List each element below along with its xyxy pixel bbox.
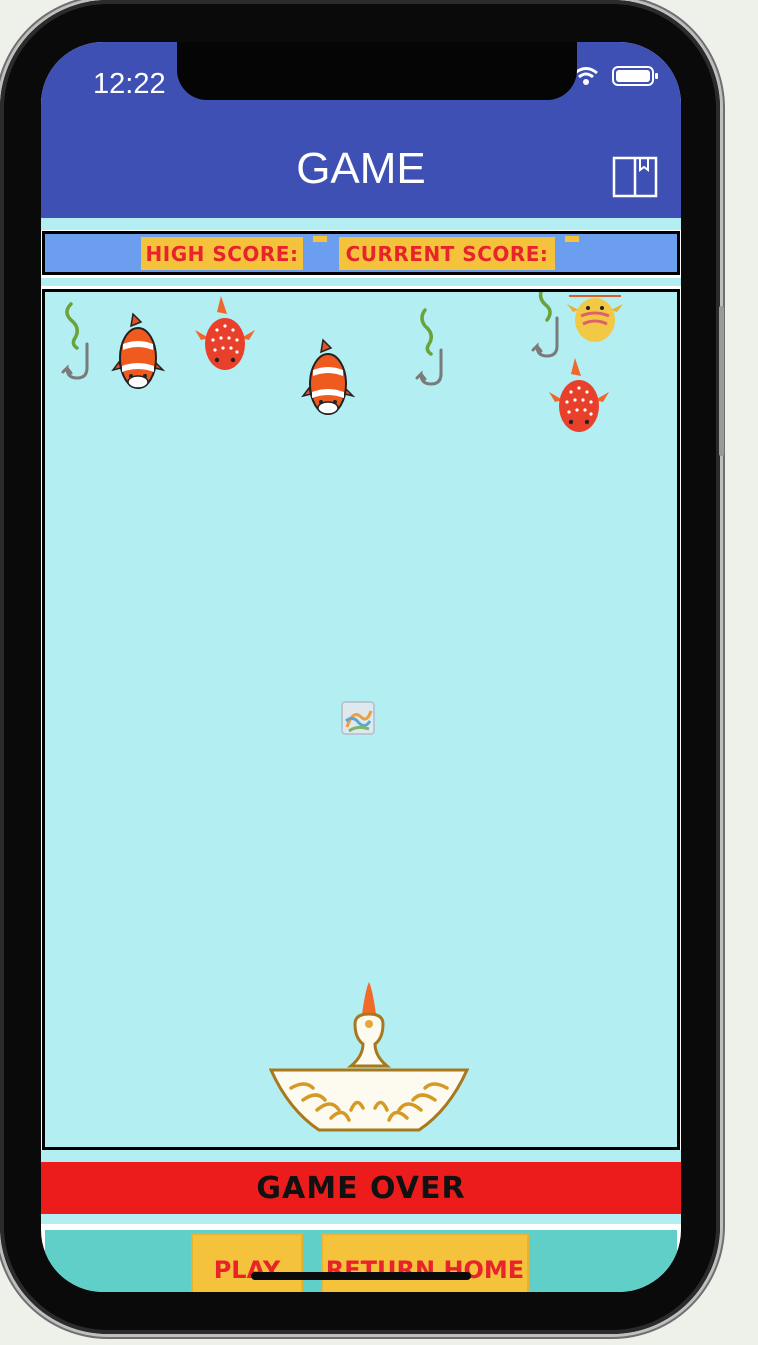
clownfish-sprite	[301, 338, 355, 415]
home-indicator[interactable]	[251, 1272, 471, 1280]
book-icon[interactable]	[612, 154, 658, 200]
power-button	[719, 306, 724, 456]
page-title: GAME	[296, 144, 426, 193]
app-screen: 12:22 GAME HIGH SCORE: CURRENT SCORE: GA…	[41, 42, 681, 1292]
play-button[interactable]: PLAY	[191, 1233, 303, 1292]
lower-divider	[41, 1150, 681, 1162]
battery-icon	[612, 66, 658, 86]
notch	[177, 42, 577, 100]
clownfish-sprite	[111, 312, 165, 389]
bottom-divider	[41, 1214, 681, 1224]
phone-frame: 12:22 GAME HIGH SCORE: CURRENT SCORE: GA…	[0, 0, 724, 1334]
pelican-sprite	[269, 982, 469, 1132]
mid-divider	[41, 278, 681, 286]
status-icons	[574, 66, 658, 86]
broken-image-icon	[341, 701, 375, 735]
wifi-icon	[574, 67, 598, 85]
fishing-hook-sprite	[415, 308, 443, 386]
score-bar: HIGH SCORE: CURRENT SCORE:	[45, 234, 677, 272]
fishing-hook-sprite	[531, 292, 559, 358]
high-score-label: HIGH SCORE:	[141, 237, 303, 270]
current-score-value	[565, 236, 579, 242]
fishing-hook-sprite	[61, 302, 89, 380]
top-divider	[41, 218, 681, 230]
red-spotted-fish-sprite	[549, 358, 609, 432]
game-area[interactable]	[45, 292, 677, 1147]
current-score-label: CURRENT SCORE:	[339, 237, 555, 270]
red-spotted-fish-sprite	[195, 296, 255, 370]
yellow-fish-sprite	[567, 295, 623, 342]
high-score-value	[313, 236, 327, 242]
status-time: 12:22	[93, 68, 166, 100]
control-bar: PLAY RETURN HOME	[45, 1230, 677, 1292]
game-over-banner: GAME OVER	[41, 1162, 681, 1214]
return-home-button[interactable]: RETURN HOME	[321, 1233, 529, 1292]
